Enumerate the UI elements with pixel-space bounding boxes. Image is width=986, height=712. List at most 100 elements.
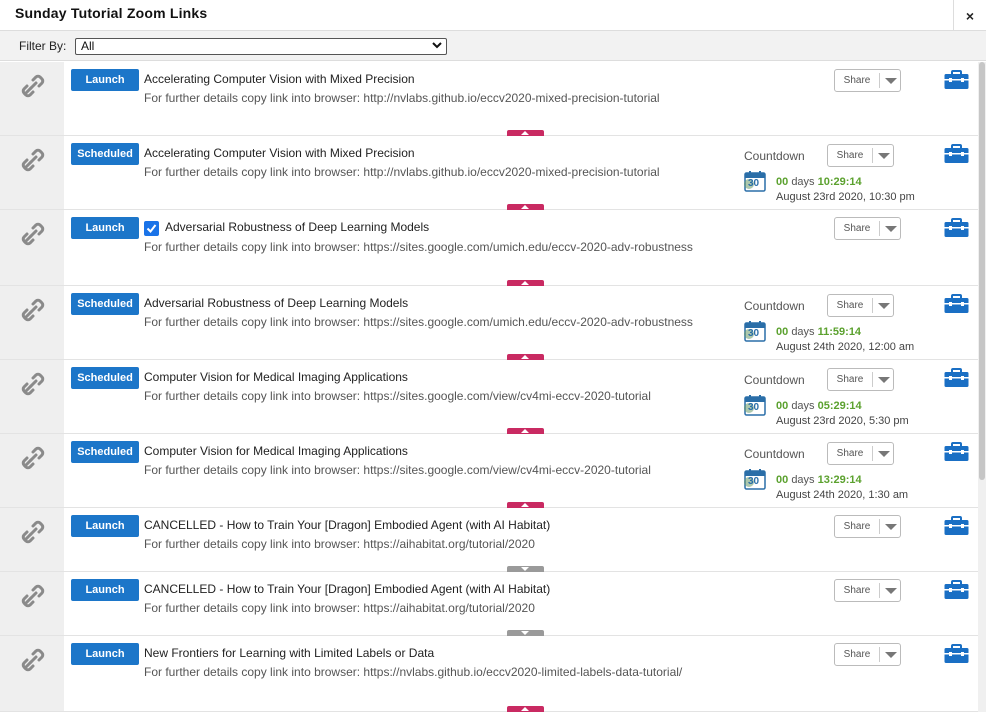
row-gutter (0, 136, 64, 209)
session-title: CANCELLED - How to Train Your [Dragon] E… (144, 582, 551, 596)
share-button[interactable]: Share (834, 515, 901, 538)
chevron-down-icon[interactable] (878, 153, 890, 159)
link-icon[interactable] (21, 446, 45, 470)
calendar-day: 30 (748, 402, 760, 413)
chevron-down-icon[interactable] (878, 451, 890, 457)
share-button[interactable]: Share (827, 294, 894, 317)
launch-button[interactable]: Launch (71, 643, 139, 665)
launch-button[interactable]: Launch (71, 515, 139, 537)
launch-button[interactable]: Launch (71, 69, 139, 91)
share-button[interactable]: Share (827, 144, 894, 167)
share-divider (872, 372, 873, 387)
chevron-down-icon (521, 631, 529, 635)
session-details: For further details copy link into brows… (144, 389, 651, 403)
link-icon[interactable] (21, 298, 45, 322)
link-icon[interactable] (21, 648, 45, 672)
toolbox-icon[interactable] (944, 516, 969, 536)
session-row: Scheduled Adversarial Robustness of Deep … (0, 286, 978, 360)
countdown-date: August 23rd 2020, 10:30 pm (776, 191, 915, 203)
countdown-time: 00 days 05:29:14 (776, 400, 862, 412)
row-gutter (0, 62, 64, 135)
countdown-days-word: days (791, 400, 815, 412)
share-divider (872, 298, 873, 313)
chevron-down-icon[interactable] (878, 377, 890, 383)
calendar-icon: 30 (744, 320, 766, 342)
session-details: For further details copy link into brows… (144, 665, 683, 679)
scheduled-button[interactable]: Scheduled (71, 293, 139, 315)
chevron-down-icon[interactable] (885, 652, 897, 658)
share-button[interactable]: Share (827, 368, 894, 391)
scheduled-button[interactable]: Scheduled (71, 441, 139, 463)
chevron-down-icon[interactable] (885, 78, 897, 84)
share-label: Share (843, 223, 871, 234)
share-label: Share (836, 374, 864, 385)
session-title: Computer Vision for Medical Imaging Appl… (144, 444, 408, 458)
toolbox-icon[interactable] (944, 70, 969, 90)
countdown-days: 00 (776, 326, 789, 338)
filter-selected-value: All (81, 39, 95, 53)
session-title: CANCELLED - How to Train Your [Dragon] E… (144, 518, 551, 532)
close-button[interactable]: × (953, 0, 986, 31)
countdown-date: August 24th 2020, 12:00 am (776, 341, 915, 353)
chevron-down-icon[interactable] (878, 303, 890, 309)
chevron-down-icon[interactable] (885, 226, 897, 232)
session-row: Scheduled Computer Vision for Medical Ima… (0, 360, 978, 434)
launch-button[interactable]: Launch (71, 579, 139, 601)
scrollbar-thumb[interactable] (979, 62, 985, 480)
calendar-icon: 30 (744, 170, 766, 192)
countdown-clock: 05:29:14 (817, 400, 862, 412)
toolbox-icon[interactable] (944, 294, 969, 314)
link-icon[interactable] (21, 222, 45, 246)
chevron-down-icon[interactable] (885, 588, 897, 594)
share-button[interactable]: Share (834, 217, 901, 240)
row-gutter (0, 434, 64, 507)
session-list: Launch Accelerating Computer Vision with … (0, 62, 978, 712)
share-button[interactable]: Share (834, 643, 901, 666)
link-icon[interactable] (21, 520, 45, 544)
countdown-time: 00 days 11:59:14 (776, 326, 861, 338)
session-details: For further details copy link into brows… (144, 165, 660, 179)
toolbox-icon[interactable] (944, 580, 969, 600)
countdown-days: 00 (776, 474, 789, 486)
countdown-label: Countdown (744, 373, 805, 387)
link-icon[interactable] (21, 372, 45, 396)
link-icon[interactable] (21, 148, 45, 172)
calendar-day: 30 (748, 328, 760, 339)
scheduled-button[interactable]: Scheduled (71, 367, 139, 389)
countdown-clock: 11:59:14 (817, 326, 862, 338)
session-row: Launch CANCELLED - How to Train Your [Dra… (0, 508, 978, 572)
scrollbar[interactable] (978, 62, 986, 712)
share-label: Share (836, 300, 864, 311)
filter-select[interactable]: All (75, 38, 447, 55)
launch-button[interactable]: Launch (71, 217, 139, 239)
scheduled-button[interactable]: Scheduled (71, 143, 139, 165)
toolbox-icon[interactable] (944, 442, 969, 462)
share-button[interactable]: Share (834, 69, 901, 92)
session-title: Adversarial Robustness of Deep Learning … (165, 220, 430, 234)
chevron-down-icon[interactable] (885, 524, 897, 530)
share-button[interactable]: Share (827, 442, 894, 465)
toolbox-icon[interactable] (944, 218, 969, 238)
session-row: Scheduled Computer Vision for Medical Ima… (0, 434, 978, 508)
countdown-label: Countdown (744, 299, 805, 313)
share-label: Share (843, 521, 871, 532)
toolbox-icon[interactable] (944, 368, 969, 388)
link-icon[interactable] (21, 584, 45, 608)
expand-toggle[interactable] (507, 706, 544, 712)
share-divider (879, 647, 880, 662)
filter-label: Filter By: (19, 39, 67, 53)
chevron-up-icon (521, 205, 529, 209)
share-divider (872, 446, 873, 461)
row-gutter (0, 360, 64, 433)
toolbox-icon[interactable] (944, 644, 969, 664)
attended-checkbox[interactable] (144, 221, 159, 236)
share-button[interactable]: Share (834, 579, 901, 602)
window-titlebar: Sunday Tutorial Zoom Links × (0, 0, 986, 31)
calendar-day: 30 (748, 178, 760, 189)
link-icon[interactable] (21, 74, 45, 98)
toolbox-icon[interactable] (944, 144, 969, 164)
session-details: For further details copy link into brows… (144, 463, 651, 477)
countdown-time: 00 days 13:29:14 (776, 474, 862, 486)
session-title: Accelerating Computer Vision with Mixed … (144, 146, 415, 160)
share-label: Share (843, 585, 871, 596)
